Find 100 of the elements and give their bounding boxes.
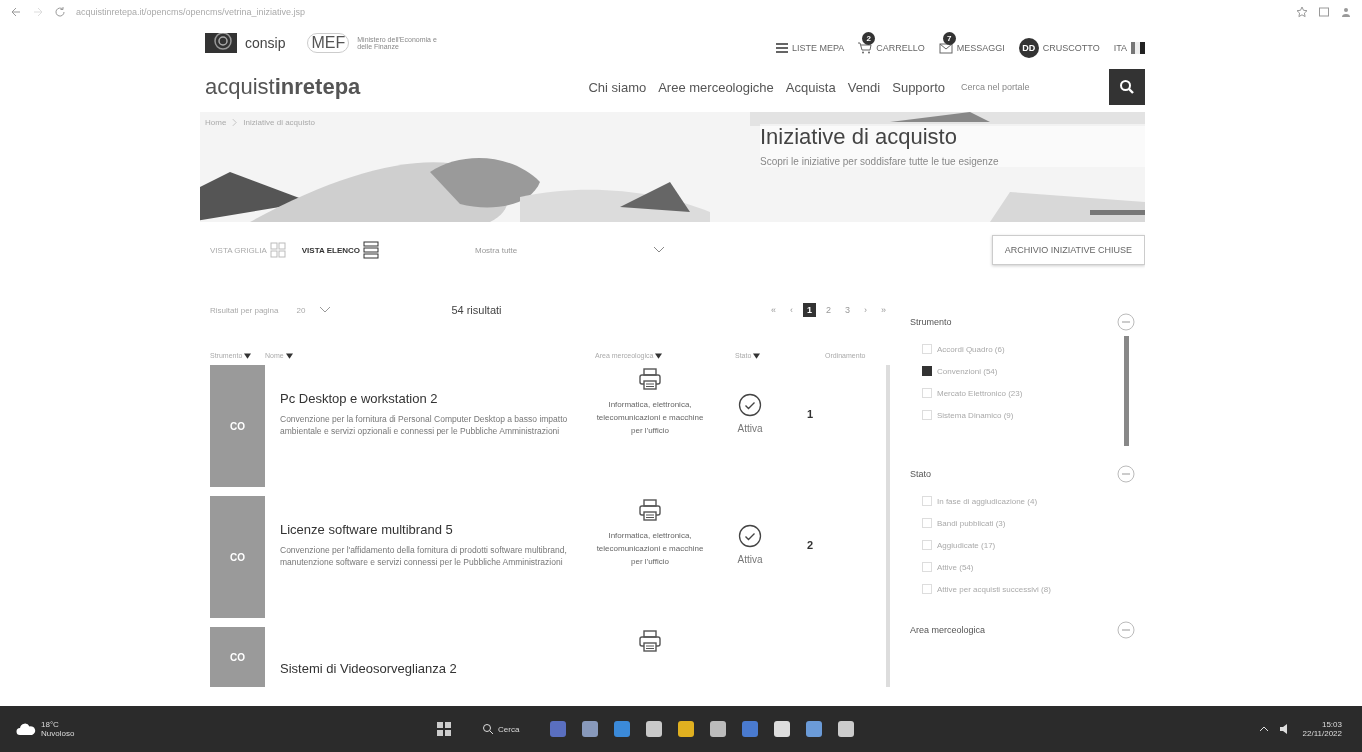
results-count: 54 risultati xyxy=(451,304,502,316)
list-icon xyxy=(363,241,379,259)
sort-icon xyxy=(753,352,761,359)
search-icon xyxy=(482,723,494,735)
page-link[interactable]: 3 xyxy=(840,303,854,317)
window-icon[interactable] xyxy=(1318,6,1330,18)
taskbar-search[interactable]: Cerca xyxy=(466,723,536,735)
collapse-icon[interactable] xyxy=(1117,621,1135,639)
initiative-title[interactable]: Pc Desktop e workstation 2 xyxy=(280,391,570,406)
chevron-down-icon xyxy=(653,246,665,254)
nav-link[interactable]: Supporto xyxy=(892,79,945,95)
header-link[interactable]: 2 CARRELLO xyxy=(858,32,925,54)
site-logo[interactable]: acquistinretepa xyxy=(205,74,361,100)
archive-button[interactable]: ARCHIVIO INIZIATIVE CHIUSE xyxy=(991,235,1145,265)
filter-title: Strumento xyxy=(910,317,952,327)
filter-dropdown[interactable]: Mostra tutte xyxy=(475,245,665,255)
page-link[interactable]: » xyxy=(877,303,890,317)
per-page-dropdown[interactable]: 20 xyxy=(296,305,332,315)
header-link[interactable]: ITA xyxy=(1113,32,1145,54)
nav-link[interactable]: Acquista xyxy=(785,79,836,95)
cloud-icon xyxy=(16,722,36,736)
breadcrumb-link[interactable]: Iniziative di acquisto xyxy=(243,118,315,127)
header-link[interactable]: LISTE MEPA xyxy=(775,33,845,53)
tool-code: CO xyxy=(230,420,245,432)
reload-icon[interactable] xyxy=(54,6,66,18)
back-icon[interactable] xyxy=(10,6,22,18)
nav-link[interactable]: Aree merceologiche xyxy=(658,79,774,95)
collapse-icon[interactable] xyxy=(1117,313,1135,331)
count-badge: 2 xyxy=(862,32,876,45)
filter-title: Stato xyxy=(910,469,931,479)
position-number: 1 xyxy=(806,408,814,422)
filter-option[interactable]: Attive (54) xyxy=(922,562,1051,572)
consip-logo-icon xyxy=(205,33,237,53)
sort-icon xyxy=(244,352,252,359)
flag-icon xyxy=(1131,42,1145,54)
initiative-description: Convenzione per la fornitura di Personal Computer Desktop a basso impatto ambientale e servizi opzionali e connessi per le Pubbliche Amministrazioni xyxy=(280,414,569,438)
app-icon[interactable] xyxy=(645,720,664,738)
initiative-title[interactable]: Licenze software multibrand 5 xyxy=(280,522,570,537)
start-icon[interactable] xyxy=(436,721,452,737)
search-button[interactable] xyxy=(1109,69,1145,105)
tool-code: CO xyxy=(230,651,245,663)
app-icon[interactable] xyxy=(677,720,696,738)
page-title: Iniziative di acquisto xyxy=(760,124,958,150)
view-toggle[interactable]: VISTA ELENCO xyxy=(301,241,379,259)
page-link[interactable]: › xyxy=(860,303,871,317)
filter-option[interactable]: Sistema Dinamico (9) xyxy=(922,410,1023,420)
app-icon[interactable] xyxy=(773,720,792,738)
chevron-up-icon[interactable] xyxy=(1258,726,1269,732)
chevron-down-icon xyxy=(319,306,332,314)
address-bar[interactable]: acquistinretepa.it/opencms/opencms/vetrina_iniziative.jsp xyxy=(76,7,306,17)
scrollbar[interactable] xyxy=(1124,336,1129,446)
breadcrumb-link[interactable]: Home xyxy=(205,118,227,127)
envelope-icon xyxy=(938,42,953,54)
header-link[interactable]: DD CRUSCOTTO xyxy=(1018,28,1100,58)
app-icon[interactable] xyxy=(709,720,728,738)
printer-icon xyxy=(638,498,662,522)
filter-option[interactable]: Convenzioni (54) xyxy=(922,366,1023,376)
nav-link[interactable]: Vendi xyxy=(847,79,881,95)
weather-text: Nuvoloso xyxy=(41,729,75,738)
page-link[interactable]: ‹ xyxy=(785,303,797,317)
count-badge: 7 xyxy=(942,32,956,45)
status-text: Attiva xyxy=(737,423,763,434)
collapse-icon[interactable] xyxy=(1117,465,1135,483)
checkbox[interactable] xyxy=(922,366,932,376)
clock-time: 15:03 xyxy=(1321,720,1342,729)
app-icon[interactable] xyxy=(805,720,824,738)
filter-option[interactable]: Aggiudicate (17) xyxy=(922,540,1051,550)
nav-link[interactable]: Chi siamo xyxy=(588,79,647,95)
status-text: Attiva xyxy=(737,554,763,565)
filter-option[interactable]: In fase di aggiudicazione (4) xyxy=(922,496,1051,506)
initiative-title[interactable]: Sistemi di Videosorveglianza 2 xyxy=(280,661,570,676)
category-text: Informatica, elettronica, telecomunicazioni e macchine per l'ufficio xyxy=(595,530,705,568)
search-icon xyxy=(1119,79,1135,95)
page-link[interactable]: 1 xyxy=(802,303,816,317)
filter-option[interactable]: Bandi pubblicati (3) xyxy=(922,518,1051,528)
page-link[interactable]: « xyxy=(766,303,780,317)
position-number: 2 xyxy=(806,539,814,553)
sort-icon xyxy=(285,352,293,359)
filter-option[interactable]: Accordi Quadro (6) xyxy=(922,344,1023,354)
filter-option[interactable]: Mercato Elettronico (23) xyxy=(922,388,1023,398)
page-subtitle: Scopri le iniziative per soddisfare tutte le tue esigenze xyxy=(760,156,1000,167)
filter-title: Area merceologica xyxy=(910,625,986,635)
check-circle-icon xyxy=(738,524,762,548)
profile-icon[interactable] xyxy=(1340,6,1352,18)
sort-icon xyxy=(655,352,663,359)
view-toggle[interactable]: VISTA GRIGLIA xyxy=(210,242,286,258)
consip-logo-text: consip xyxy=(245,35,286,51)
chevron-icon xyxy=(232,119,238,126)
page-link[interactable]: 2 xyxy=(821,303,835,317)
printer-icon xyxy=(638,629,662,653)
check-circle-icon xyxy=(738,393,762,417)
app-icon[interactable] xyxy=(837,720,856,738)
category-text: Informatica, elettronica, telecomunicazioni e macchine per l'ufficio xyxy=(595,399,705,437)
header-link[interactable]: 7 MESSAGGI xyxy=(938,32,1005,54)
per-page-label: Risultati per pagina xyxy=(210,305,279,315)
filter-option[interactable]: Attive per acquisti successivi (8) xyxy=(922,584,1051,594)
avatar: DD xyxy=(1018,38,1039,58)
app-icon[interactable] xyxy=(581,720,600,738)
star-icon[interactable] xyxy=(1296,6,1308,18)
printer-icon xyxy=(638,367,662,391)
